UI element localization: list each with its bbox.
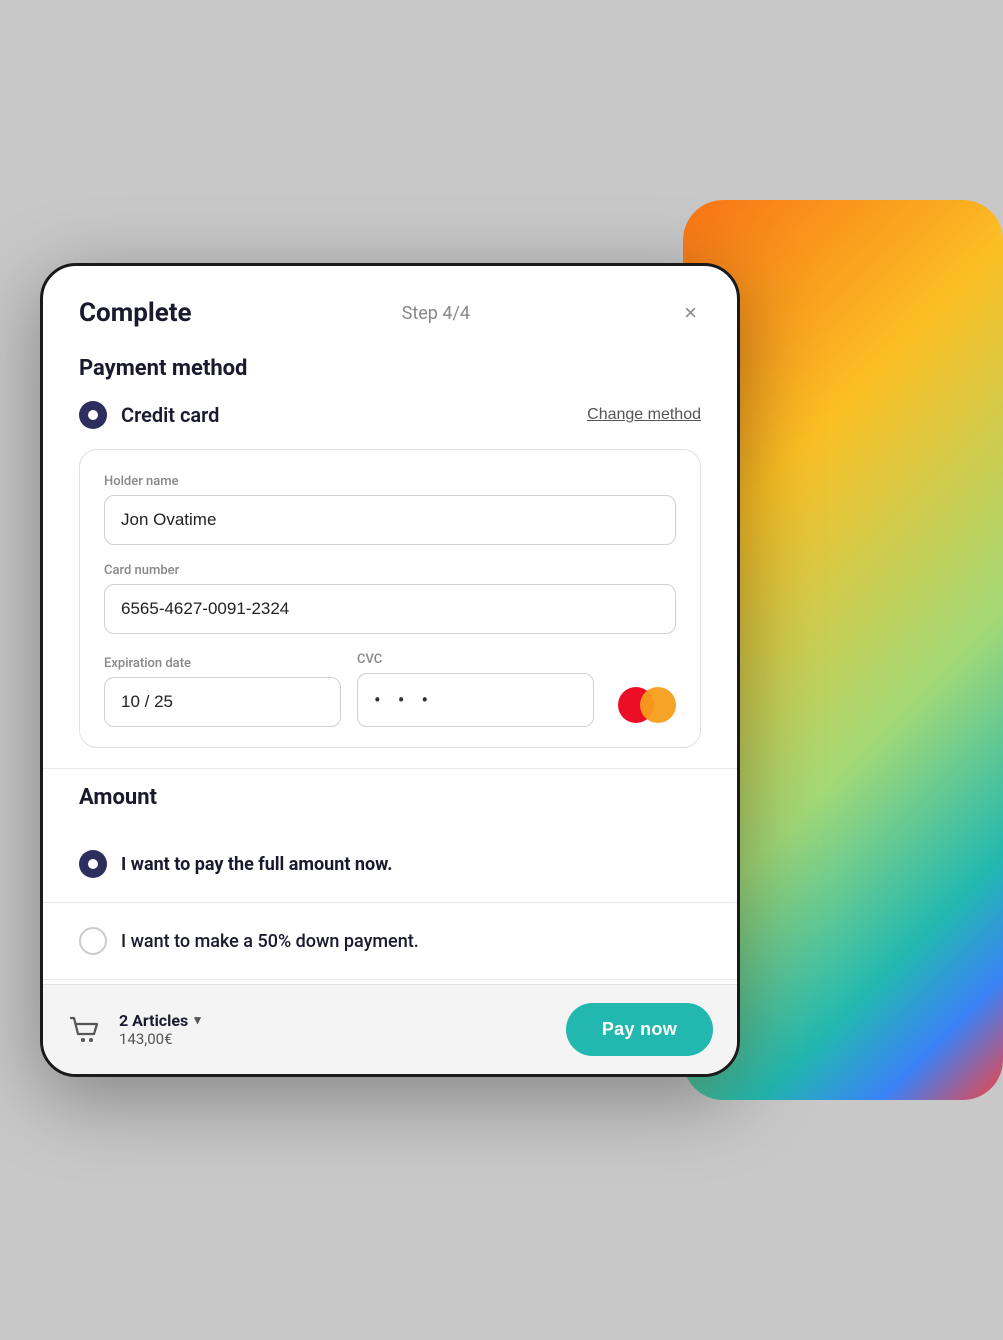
full-amount-radio[interactable] bbox=[79, 850, 107, 878]
divider-1 bbox=[43, 768, 737, 769]
full-amount-option[interactable]: I want to pay the full amount now. bbox=[43, 830, 737, 898]
cart-svg-icon bbox=[67, 1012, 103, 1048]
divider-2 bbox=[43, 902, 737, 903]
cart-price: 143,00€ bbox=[119, 1030, 550, 1048]
card-number-label: Card number bbox=[104, 563, 676, 578]
card-number-input[interactable] bbox=[104, 584, 676, 634]
payment-method-left: Credit card bbox=[79, 401, 219, 429]
card-number-group: Card number bbox=[104, 563, 676, 634]
holder-name-label: Holder name bbox=[104, 474, 676, 489]
expiration-input[interactable] bbox=[104, 677, 341, 727]
holder-name-input[interactable] bbox=[104, 495, 676, 545]
payment-method-row: Credit card Change method bbox=[43, 401, 737, 449]
articles-count: 2 Articles bbox=[119, 1011, 188, 1030]
down-payment-option[interactable]: I want to make a 50% down payment. bbox=[43, 907, 737, 975]
cart-info: 2 Articles ▾ 143,00€ bbox=[119, 1011, 550, 1048]
step-indicator: Step 4/4 bbox=[402, 303, 470, 324]
payment-section-title: Payment method bbox=[43, 344, 737, 401]
cart-articles[interactable]: 2 Articles ▾ bbox=[119, 1011, 550, 1030]
down-payment-label: I want to make a 50% down payment. bbox=[121, 931, 419, 952]
footer-bar: 2 Articles ▾ 143,00€ Pay now bbox=[43, 984, 737, 1074]
mastercard-logo bbox=[618, 687, 676, 727]
radio-inner-dot bbox=[88, 410, 98, 420]
cart-icon bbox=[67, 1012, 103, 1048]
credit-card-label: Credit card bbox=[121, 403, 219, 427]
change-method-button[interactable]: Change method bbox=[587, 406, 701, 424]
down-payment-radio[interactable] bbox=[79, 927, 107, 955]
cvc-input[interactable]: • • • bbox=[357, 673, 594, 727]
close-button[interactable]: × bbox=[680, 298, 701, 328]
cvc-label: CVC bbox=[357, 652, 594, 667]
full-amount-radio-dot bbox=[88, 859, 98, 869]
expiration-label: Expiration date bbox=[104, 656, 341, 671]
chevron-down-icon: ▾ bbox=[194, 1013, 201, 1028]
divider-3 bbox=[43, 979, 737, 980]
card-form-bottom-row: Expiration date CVC • • • bbox=[104, 652, 676, 727]
cvc-group: CVC • • • bbox=[357, 652, 594, 727]
full-amount-label: I want to pay the full amount now. bbox=[121, 854, 393, 875]
modal-title: Complete bbox=[79, 298, 192, 328]
cvc-dots-display: • • • bbox=[374, 688, 434, 712]
modal-header: Complete Step 4/4 × bbox=[43, 266, 737, 344]
card-form: Holder name Card number Expiration date … bbox=[79, 449, 701, 748]
payment-modal: Complete Step 4/4 × Payment method Credi… bbox=[40, 263, 740, 1077]
amount-section-title: Amount bbox=[43, 773, 737, 830]
holder-name-group: Holder name bbox=[104, 474, 676, 545]
credit-card-radio[interactable] bbox=[79, 401, 107, 429]
expiration-group: Expiration date bbox=[104, 656, 341, 727]
pay-now-button[interactable]: Pay now bbox=[566, 1003, 713, 1056]
mastercard-orange-circle bbox=[640, 687, 676, 723]
